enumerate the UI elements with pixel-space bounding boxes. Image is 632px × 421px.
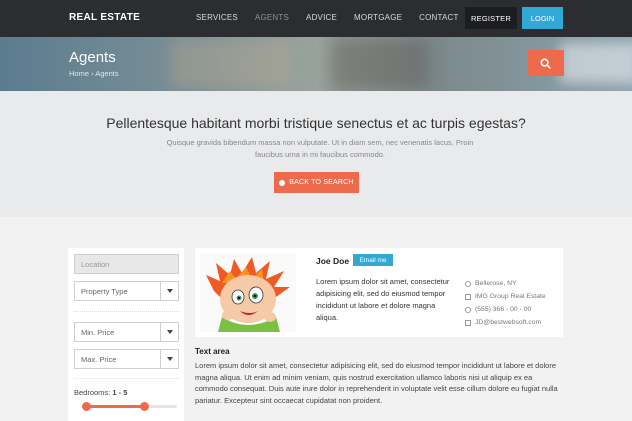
- search-icon: [540, 57, 551, 69]
- max-price-select[interactable]: Max. Price: [74, 349, 179, 369]
- agent-phone: (555) 366 - 00 - 00: [465, 303, 546, 316]
- hero-banner: Agents Home › Agents: [0, 37, 632, 91]
- text-area-body: Lorem ipsum dolor sit amet, consectetur …: [195, 361, 558, 406]
- agent-description: Lorem ipsum dolor sit amet, consectetur …: [316, 277, 450, 322]
- agent-name[interactable]: Joe Doe: [316, 256, 349, 266]
- divider: [74, 378, 179, 379]
- nav-services[interactable]: SERVICES: [196, 13, 238, 22]
- back-to-search-label: BACK TO SEARCH: [289, 179, 354, 186]
- property-type-label: Property Type: [81, 286, 128, 296]
- max-price-label: Max. Price: [81, 354, 117, 364]
- search-button[interactable]: [527, 50, 564, 76]
- nav-advice[interactable]: ADVICE: [306, 13, 337, 22]
- slider-max-handle[interactable]: [140, 402, 149, 411]
- agent-contact-info: Bellerose, NY IMG Group Real Estate (555…: [465, 277, 546, 329]
- min-price-select[interactable]: Min. Price: [74, 322, 179, 342]
- text-area-title: Text area: [195, 347, 230, 356]
- breadcrumb[interactable]: Home › Agents: [69, 69, 119, 78]
- divider: [74, 311, 179, 312]
- location-input[interactable]: Location: [74, 254, 179, 274]
- chevron-down-icon[interactable]: [160, 350, 178, 368]
- slider-min-handle[interactable]: [82, 402, 91, 411]
- bedrooms-slider[interactable]: [82, 402, 177, 411]
- agent-location: Bellerose, NY: [465, 277, 546, 290]
- property-type-select[interactable]: Property Type: [74, 281, 179, 301]
- top-navbar: REAL ESTATE SERVICES AGENTS ADVICE MORTG…: [0, 0, 632, 37]
- agent-card: Joe Doe Email me Lorem ipsum dolor sit a…: [195, 248, 563, 337]
- message-text: Quisque gravida bibendum massa non vulpu…: [166, 138, 474, 159]
- min-price-label: Min. Price: [81, 327, 115, 337]
- nav-agents[interactable]: AGENTS: [255, 13, 289, 22]
- building-icon: [465, 293, 471, 300]
- bedrooms-value: 1 - 5: [112, 388, 128, 397]
- message-heading: Pellentesque habitant morbi tristique se…: [106, 115, 526, 131]
- nav-contact[interactable]: CONTACT: [419, 13, 458, 22]
- slider-fill: [86, 405, 145, 408]
- back-to-search-button[interactable]: BACK TO SEARCH: [274, 172, 359, 193]
- search-filters: Location Property Type Min. Price Max. P…: [68, 248, 184, 421]
- chevron-down-icon[interactable]: [160, 282, 178, 300]
- main-nav: SERVICES AGENTS ADVICE MORTGAGE CONTACT: [196, 13, 476, 22]
- location-pin-icon: [465, 280, 471, 287]
- envelope-icon: [465, 319, 471, 326]
- phone-icon: [465, 306, 471, 313]
- email-me-button[interactable]: Email me: [353, 254, 393, 266]
- message-section: Pellentesque habitant morbi tristique se…: [0, 91, 632, 217]
- back-arrow-icon: [279, 179, 286, 186]
- nav-mortgage[interactable]: MORTGAGE: [354, 13, 402, 22]
- hero-background: [170, 41, 290, 87]
- register-button[interactable]: REGISTER: [465, 7, 517, 29]
- agent-photo: [200, 253, 296, 332]
- chevron-down-icon[interactable]: [160, 323, 178, 341]
- agent-company: IMG Group Real Estate: [465, 290, 546, 303]
- brand-logo[interactable]: REAL ESTATE: [69, 12, 140, 23]
- login-button[interactable]: LOGIN: [522, 7, 563, 29]
- bedrooms-label: Bedrooms: 1 - 5: [74, 388, 128, 397]
- page-title: Agents: [69, 49, 116, 66]
- agent-email[interactable]: JD@bestwebsoft.com: [465, 316, 546, 329]
